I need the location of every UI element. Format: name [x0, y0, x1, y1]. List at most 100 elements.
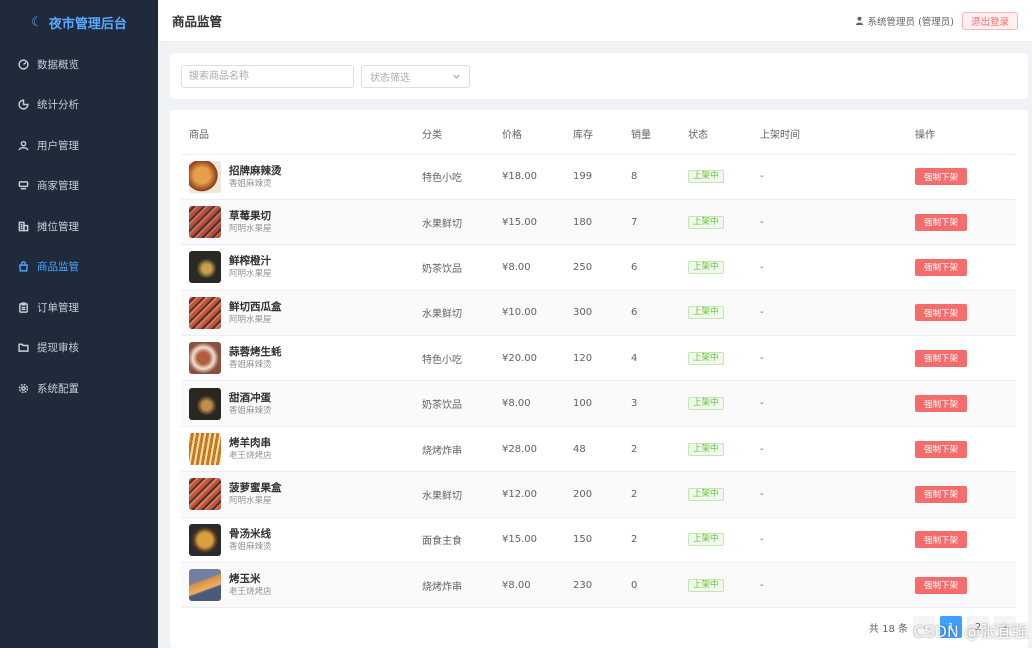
sidebar-item-label: 统计分析 — [37, 99, 79, 112]
cell-status: 上架中 — [680, 154, 752, 200]
status-filter-select[interactable]: 状态筛选 — [361, 64, 470, 88]
force-delist-button[interactable]: 强制下架 — [915, 349, 968, 367]
cell-product: 招牌麻辣烫 香姐麻辣烫 — [181, 154, 414, 200]
product-shop: 阿明水果屋 — [229, 314, 272, 325]
product-thumbnail[interactable] — [189, 387, 221, 420]
product-search-input[interactable] — [181, 64, 354, 88]
dashboard-icon — [17, 58, 29, 70]
force-delist-button[interactable]: 强制下架 — [915, 440, 968, 458]
watermark: CSDN @张宜强 — [913, 622, 1028, 641]
sidebar-item-0[interactable]: 数据概览 — [0, 44, 158, 85]
product-shop: 香姐麻辣烫 — [229, 405, 272, 416]
sidebar-item-4[interactable]: 摊位管理 — [0, 206, 158, 247]
cell-listed-time: - — [752, 335, 907, 382]
cell-listed-time: - — [752, 562, 907, 609]
cell-status: 上架中 — [680, 517, 752, 564]
product-thumbnail[interactable] — [189, 342, 221, 375]
sidebar-item-3[interactable]: 商家管理 — [0, 166, 158, 207]
status-badge: 上架中 — [688, 442, 724, 456]
cell-stock: 150 — [565, 517, 623, 564]
cell-category: 水果鲜切 — [414, 290, 494, 337]
product-shop: 阿明水果屋 — [229, 269, 272, 280]
brand-title: 夜市管理后台 — [48, 16, 127, 32]
clipboard-icon — [17, 301, 29, 313]
status-badge: 上架中 — [688, 306, 724, 320]
sidebar-item-5[interactable]: 商品监管 — [0, 247, 158, 288]
sidebar-item-label: 系统配置 — [37, 382, 79, 395]
status-badge: 上架中 — [688, 487, 724, 501]
product-name: 鲜切西瓜盒 — [229, 300, 282, 313]
current-user[interactable]: 系统管理员 (管理员) — [855, 14, 954, 28]
top-header: 商品监管 系统管理员 (管理员) 退出登录 — [158, 0, 1032, 42]
page-title: 商品监管 — [172, 14, 223, 29]
product-thumbnail[interactable] — [189, 206, 221, 239]
cell-product: 鲜切西瓜盒 阿明水果屋 — [181, 290, 414, 337]
current-user-label: 系统管理员 (管理员) — [867, 16, 954, 28]
sidebar-item-8[interactable]: 系统配置 — [0, 368, 158, 409]
product-shop: 香姐麻辣烫 — [229, 360, 272, 371]
product-name: 招牌麻辣烫 — [229, 164, 282, 177]
sidebar-item-6[interactable]: 订单管理 — [0, 287, 158, 328]
cell-category: 特色小吃 — [414, 335, 494, 382]
column-header: 库存 — [565, 114, 623, 155]
table-row: 菠萝蜜果盒 阿明水果屋 水果鲜切 ¥12.00 200 2 上架中 - 强制下架 — [181, 471, 1016, 518]
sidebar-item-7[interactable]: 提现审核 — [0, 328, 158, 369]
cell-action: 强制下架 — [907, 426, 1016, 473]
cell-category: 奶茶饮品 — [414, 380, 494, 427]
cell-product: 甜酒冲蛋 香姐麻辣烫 — [181, 380, 414, 427]
logout-button[interactable]: 退出登录 — [961, 11, 1018, 30]
status-filter-placeholder: 状态筛选 — [370, 72, 410, 84]
cell-price: ¥20.00 — [494, 335, 565, 382]
cell-sales: 0 — [623, 562, 680, 609]
product-name: 骨汤米线 — [229, 527, 271, 540]
force-delist-button[interactable]: 强制下架 — [915, 395, 968, 413]
force-delist-button[interactable]: 强制下架 — [915, 304, 968, 322]
cell-stock: 230 — [565, 562, 623, 609]
cell-listed-time: - — [752, 471, 907, 518]
cell-sales: 2 — [623, 426, 680, 473]
force-delist-button[interactable]: 强制下架 — [915, 258, 968, 276]
cell-stock: 180 — [565, 199, 623, 246]
table-row: 招牌麻辣烫 香姐麻辣烫 特色小吃 ¥18.00 199 8 上架中 - 强制下架 — [181, 154, 1016, 200]
product-name: 烤羊肉串 — [229, 437, 271, 450]
sidebar-item-label: 摊位管理 — [37, 220, 79, 233]
force-delist-button[interactable]: 强制下架 — [915, 485, 968, 503]
force-delist-button[interactable]: 强制下架 — [915, 168, 968, 186]
cell-stock: 300 — [565, 290, 623, 337]
column-header: 价格 — [494, 114, 565, 155]
product-thumbnail[interactable] — [189, 478, 221, 511]
product-shop: 老王烧烤店 — [229, 451, 272, 462]
cell-price: ¥28.00 — [494, 426, 565, 473]
product-thumbnail[interactable] — [189, 160, 221, 193]
column-header: 上架时间 — [752, 114, 907, 155]
sidebar: ☾ 夜市管理后台 数据概览统计分析用户管理 商家管理摊位管理商品监管 订单管理 提现审… — [0, 0, 158, 648]
force-delist-button[interactable]: 强制下架 — [915, 213, 968, 231]
status-badge: 上架中 — [688, 170, 724, 184]
force-delist-button[interactable]: 强制下架 — [915, 576, 968, 594]
user-icon — [17, 139, 29, 151]
cell-product: 菠萝蜜果盒 阿明水果屋 — [181, 471, 414, 518]
cell-status: 上架中 — [680, 562, 752, 609]
product-thumbnail[interactable] — [189, 251, 221, 284]
building-icon — [17, 220, 29, 232]
table-row: 鲜切西瓜盒 阿明水果屋 水果鲜切 ¥10.00 300 6 上架中 - 强制下架 — [181, 290, 1016, 337]
column-header: 操作 — [907, 114, 1016, 155]
product-thumbnail[interactable] — [189, 523, 221, 556]
product-shop: 老王烧烤店 — [229, 587, 272, 598]
product-thumbnail[interactable] — [189, 433, 221, 466]
product-thumbnail[interactable] — [189, 569, 221, 602]
column-header: 销量 — [623, 114, 680, 155]
cell-stock: 100 — [565, 380, 623, 427]
status-badge: 上架中 — [688, 260, 724, 274]
status-badge: 上架中 — [688, 215, 724, 229]
product-thumbnail[interactable] — [189, 296, 221, 329]
cell-category: 水果鲜切 — [414, 199, 494, 246]
force-delist-button[interactable]: 强制下架 — [915, 531, 968, 549]
gear-icon — [17, 382, 29, 394]
sidebar-item-2[interactable]: 用户管理 — [0, 125, 158, 166]
table-row: 骨汤米线 香姐麻辣烫 面食主食 ¥15.00 150 2 上架中 - 强制下架 — [181, 517, 1016, 564]
brand[interactable]: ☾ 夜市管理后台 — [0, 0, 158, 44]
cell-product: 蒜蓉烤生蚝 香姐麻辣烫 — [181, 335, 414, 382]
sidebar-item-1[interactable]: 统计分析 — [0, 85, 158, 126]
product-table-card: 商品 分类 价格 库存 销量 状态 上架时间 操作 招牌麻辣烫 香姐麻辣烫 特色小吃 ¥18.00 1… — [170, 110, 1028, 648]
